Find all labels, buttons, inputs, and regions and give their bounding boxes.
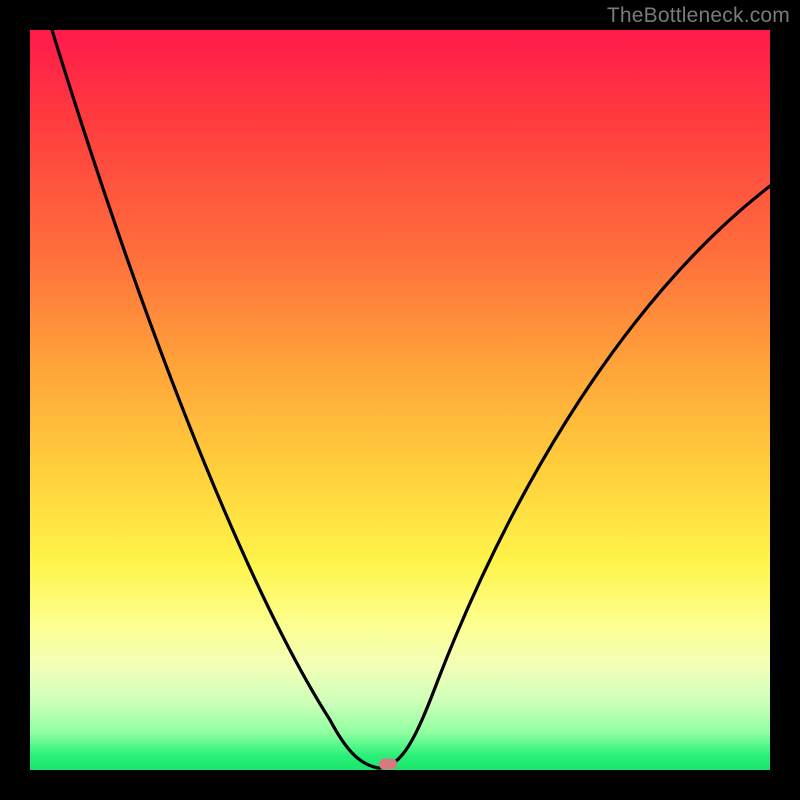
chart-frame: TheBottleneck.com xyxy=(0,0,800,800)
optimal-marker xyxy=(379,759,397,770)
watermark-text: TheBottleneck.com xyxy=(607,4,790,28)
bottleneck-curve xyxy=(0,0,800,800)
curve-path xyxy=(52,30,770,768)
